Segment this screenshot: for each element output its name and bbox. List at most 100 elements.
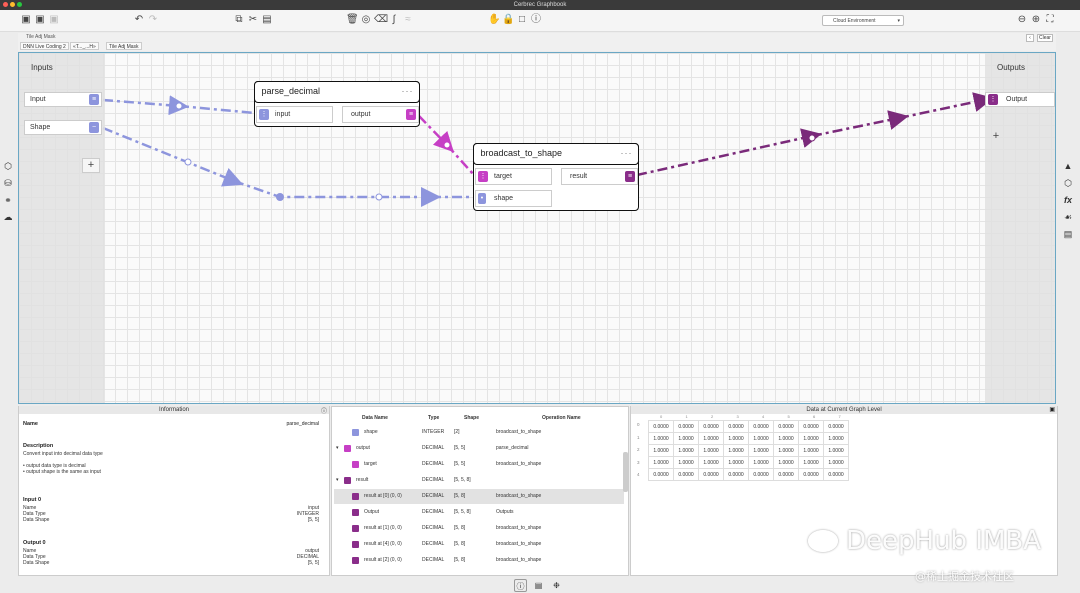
tree-row[interactable]: shape INTEGER [2] broadcast_to_shape bbox=[334, 425, 624, 440]
grid-cell[interactable]: 1.0000 bbox=[748, 432, 774, 445]
tree-row[interactable]: result at [4] (0, 0) DECIMAL [5, 8] broadca… bbox=[334, 537, 624, 552]
table-icon[interactable]: ▤ bbox=[532, 579, 545, 592]
expand-arrow-icon[interactable]: ▾ bbox=[336, 473, 339, 488]
add-output-button[interactable]: + bbox=[987, 130, 1005, 145]
zoom-in-icon[interactable]: ⊕ bbox=[1030, 14, 1042, 26]
node-shape-field[interactable]: • shape bbox=[475, 190, 552, 207]
info-icon[interactable]: ⓘ bbox=[514, 579, 527, 592]
node-broadcast-to-shape[interactable]: broadcast_to_shape ··· ⋮ target • shape … bbox=[472, 142, 639, 211]
copy-icon[interactable]: ⧉ bbox=[233, 14, 245, 26]
grid-cell[interactable]: 0.0000 bbox=[773, 420, 799, 433]
node-parse-decimal[interactable]: parse_decimal ··· ⋮ input output ≡ bbox=[253, 80, 420, 127]
graph-icon[interactable]: ❉ bbox=[550, 579, 563, 592]
grid-cell[interactable]: 1.0000 bbox=[673, 444, 699, 457]
paste-icon[interactable]: ▤ bbox=[261, 14, 273, 26]
function-icon[interactable]: ∫ bbox=[388, 14, 400, 26]
add-input-button[interactable]: + bbox=[82, 158, 100, 173]
graph-canvas[interactable]: Inputs Input ≡ Shape − + Outputs ⋮ Outpu… bbox=[18, 52, 1056, 404]
target-icon[interactable]: ◎ bbox=[360, 14, 372, 26]
grid-cell[interactable]: 0.0000 bbox=[698, 468, 724, 481]
zoom-out-icon[interactable]: ⊖ bbox=[1016, 14, 1028, 26]
grid-cell[interactable]: 1.0000 bbox=[673, 432, 699, 445]
input-port-input[interactable]: Input ≡ bbox=[24, 92, 102, 107]
comment-icon[interactable]: □ bbox=[516, 14, 528, 26]
zoom-window-button[interactable] bbox=[17, 2, 22, 7]
edge-midpoint[interactable] bbox=[443, 141, 451, 149]
unlink-icon[interactable]: ⌫ bbox=[374, 14, 388, 26]
fit-screen-icon[interactable]: ⛶ bbox=[1044, 14, 1056, 26]
grid-cell[interactable]: 1.0000 bbox=[698, 444, 724, 457]
output-port-output[interactable]: ⋮ Output bbox=[985, 92, 1055, 107]
column-header-shape[interactable]: Shape bbox=[464, 415, 479, 424]
grid-cell[interactable]: 1.0000 bbox=[798, 432, 824, 445]
grid-cell[interactable]: 0.0000 bbox=[673, 468, 699, 481]
grid-cell[interactable]: 1.0000 bbox=[648, 432, 674, 445]
node-title[interactable]: broadcast_to_shape ··· bbox=[472, 142, 639, 165]
tab-middle[interactable]: «T..._...H» bbox=[70, 42, 99, 50]
grid-cell[interactable]: 1.0000 bbox=[648, 456, 674, 469]
grid-cell[interactable]: 0.0000 bbox=[673, 420, 699, 433]
save-icon[interactable]: ▣ bbox=[20, 14, 32, 26]
cut-icon[interactable]: ✂ bbox=[247, 14, 259, 26]
tab-dnn-live-coding[interactable]: DNN Live Coding 2 bbox=[20, 42, 69, 50]
redo-icon[interactable]: ↷ bbox=[147, 14, 159, 26]
environment-select[interactable]: Cloud Environment ▾ bbox=[822, 15, 904, 26]
grid-cell[interactable]: 1.0000 bbox=[723, 456, 749, 469]
minimize-window-button[interactable] bbox=[10, 2, 15, 7]
grid-cell[interactable]: 1.0000 bbox=[773, 432, 799, 445]
share-icon[interactable]: ⚭ bbox=[2, 194, 14, 206]
window-controls[interactable] bbox=[3, 2, 22, 7]
grid-cell[interactable]: 0.0000 bbox=[698, 420, 724, 433]
shape-edge[interactable] bbox=[102, 126, 474, 207]
node-title[interactable]: parse_decimal ··· bbox=[253, 80, 420, 103]
grid-cell[interactable]: 0.0000 bbox=[773, 468, 799, 481]
node-output-field[interactable]: output ≡ bbox=[342, 106, 419, 123]
grid-cell[interactable]: 0.0000 bbox=[823, 420, 849, 433]
tree-row[interactable]: target DECIMAL [5, 5] broadcast_to_shape bbox=[334, 457, 624, 472]
info-icon[interactable]: ⓘ bbox=[530, 14, 542, 26]
grid-cell[interactable]: 1.0000 bbox=[773, 444, 799, 457]
tree-row[interactable]: result at [1] (0, 0) DECIMAL [5, 8] broadca… bbox=[334, 521, 624, 536]
grid-cell[interactable]: 1.0000 bbox=[823, 432, 849, 445]
pan-hand-icon[interactable]: ✋ bbox=[488, 14, 500, 26]
grid-cell[interactable]: 0.0000 bbox=[748, 420, 774, 433]
tree-row[interactable]: ▾ output DECIMAL [5, 5] parse_decimal bbox=[334, 441, 624, 456]
grid-cell[interactable]: 0.0000 bbox=[648, 420, 674, 433]
grid-cell[interactable]: 1.0000 bbox=[673, 456, 699, 469]
save-as-icon[interactable]: ▣ bbox=[34, 14, 46, 26]
lock-icon[interactable]: 🔒 bbox=[502, 14, 514, 26]
tab-tile-adj-mask[interactable]: Tile Adj Mask bbox=[106, 42, 142, 50]
edge-midpoint[interactable] bbox=[375, 193, 383, 201]
node-target-field[interactable]: ⋮ target bbox=[475, 168, 552, 185]
grid-cell[interactable]: 1.0000 bbox=[723, 444, 749, 457]
grid-cell[interactable]: 1.0000 bbox=[748, 456, 774, 469]
export-icon[interactable]: ▣ bbox=[48, 14, 60, 26]
tree-row[interactable]: Output DECIMAL [5, 5, 8] Outputs bbox=[334, 505, 624, 520]
close-window-button[interactable] bbox=[3, 2, 8, 7]
grid-cell[interactable]: 0.0000 bbox=[648, 468, 674, 481]
grid-cell[interactable]: 0.0000 bbox=[723, 420, 749, 433]
grid-cell[interactable]: 0.0000 bbox=[823, 468, 849, 481]
grid-cell[interactable]: 0.0000 bbox=[798, 468, 824, 481]
data-grid[interactable]: 0.0000 0.0000 0.0000 0.0000 0.0000 0.0000 0.00… bbox=[648, 420, 849, 481]
grid-cell[interactable]: 1.0000 bbox=[698, 456, 724, 469]
nodes-icon[interactable]: ☙ bbox=[1062, 211, 1074, 223]
tree-row[interactable]: ▾ result DECIMAL [5, 5, 8] bbox=[334, 473, 624, 488]
function-icon[interactable]: fx bbox=[1062, 194, 1074, 206]
grid-cell[interactable]: 1.0000 bbox=[748, 444, 774, 457]
tree-row[interactable]: result at [2] (0, 0) DECIMAL [5, 8] broadca… bbox=[334, 553, 624, 568]
more-options-icon[interactable]: ··· bbox=[402, 82, 414, 101]
grid-cell[interactable]: 1.0000 bbox=[698, 432, 724, 445]
hierarchy-icon[interactable]: ▲ bbox=[1062, 160, 1074, 172]
wave-icon[interactable]: ≈ bbox=[402, 14, 414, 26]
grid-cell[interactable]: 0.0000 bbox=[798, 420, 824, 433]
tree-row[interactable]: result at [0] (0, 0) DECIMAL [5, 8] broadca… bbox=[334, 489, 624, 504]
grid-cell[interactable]: 1.0000 bbox=[798, 444, 824, 457]
cloud-icon[interactable]: ☁ bbox=[2, 211, 14, 223]
grid-cell[interactable]: 1.0000 bbox=[823, 444, 849, 457]
cube-icon[interactable]: ⬡ bbox=[2, 160, 14, 172]
delete-icon[interactable]: 🗑 bbox=[346, 14, 359, 26]
more-options-icon[interactable]: ··· bbox=[621, 144, 633, 163]
expand-arrow-icon[interactable]: ▾ bbox=[336, 441, 339, 456]
grid-cell[interactable]: 1.0000 bbox=[798, 456, 824, 469]
